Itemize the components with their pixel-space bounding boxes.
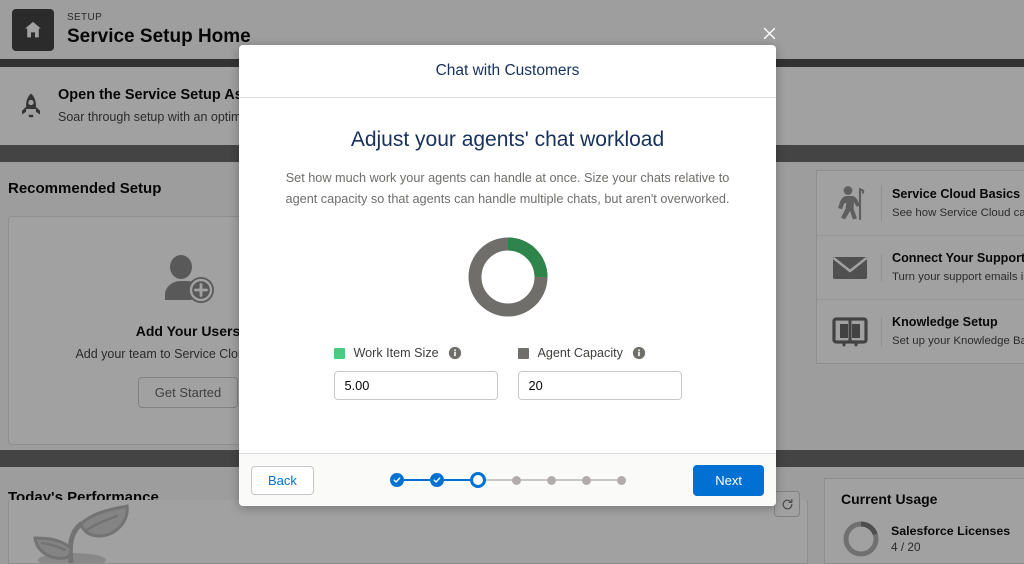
progress-step-upcoming[interactable] (581, 475, 591, 485)
progress-connector (555, 479, 582, 481)
chart-legend: Work Item Size Agent Capacity (333, 346, 682, 360)
next-button[interactable]: Next (693, 464, 764, 496)
work-item-size-label: Work Item Size (353, 346, 439, 360)
progress-step-upcoming[interactable] (546, 475, 556, 485)
chat-setup-modal: Chat with Customers Adjust your agents' … (239, 45, 776, 506)
agent-capacity-input[interactable] (517, 371, 682, 400)
modal-header-title: Chat with Customers (435, 62, 580, 79)
progress-indicator (389, 472, 626, 488)
modal-body: Adjust your agents' chat workload Set ho… (239, 98, 776, 453)
work-item-size-input[interactable] (333, 371, 498, 400)
progress-connector (590, 479, 617, 481)
progress-connector (403, 479, 430, 481)
workload-donut-chart (465, 234, 551, 320)
progress-step-upcoming[interactable] (616, 475, 626, 485)
progress-connector (485, 479, 512, 481)
modal-footer: Back Next (239, 453, 776, 506)
legend-item-work-item-size: Work Item Size (333, 346, 498, 360)
progress-step-completed[interactable] (429, 473, 444, 487)
progress-step-active[interactable] (469, 472, 486, 488)
progress-connector (443, 479, 470, 481)
modal-description: Set how much work your agents can handle… (285, 171, 730, 206)
info-icon[interactable] (632, 346, 646, 360)
service-setup-page: SETUP Service Setup Home Open the Servic… (0, 0, 1024, 564)
modal-header: Chat with Customers (239, 45, 776, 98)
legend-item-agent-capacity: Agent Capacity (517, 346, 682, 360)
agent-capacity-swatch (517, 347, 529, 359)
inputs-row (333, 371, 682, 400)
progress-step-completed[interactable] (389, 473, 404, 487)
close-icon[interactable] (758, 22, 780, 44)
progress-step-upcoming[interactable] (511, 475, 521, 485)
progress-connector (520, 479, 547, 481)
work-item-size-swatch (333, 347, 345, 359)
back-button[interactable]: Back (251, 465, 314, 495)
agent-capacity-label: Agent Capacity (537, 346, 623, 360)
info-icon[interactable] (448, 346, 462, 360)
modal-heading: Adjust your agents' chat workload (350, 128, 665, 151)
